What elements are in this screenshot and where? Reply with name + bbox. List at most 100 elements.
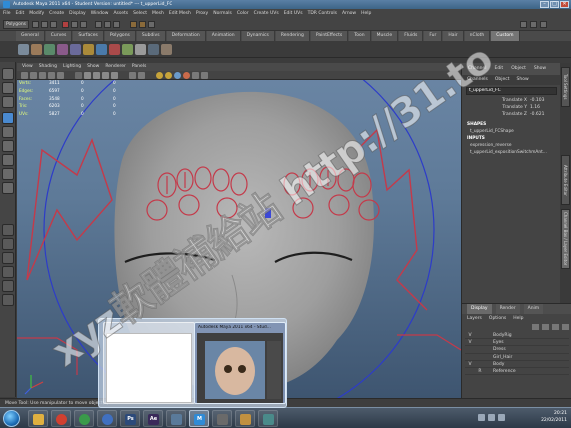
shelf-tab-dynamics[interactable]: Dynamics — [241, 31, 275, 41]
select-component-icon[interactable] — [80, 21, 87, 28]
render-frame-icon[interactable] — [130, 21, 137, 28]
shelf-tool-icon[interactable] — [18, 44, 29, 55]
menu-edit-uvs[interactable]: Edit UVs — [284, 9, 303, 18]
menu-create-uvs[interactable]: Create UVs — [254, 9, 279, 18]
layer-color-swatch[interactable] — [485, 339, 493, 345]
camera-icon[interactable] — [21, 72, 28, 79]
shadows-icon[interactable] — [165, 72, 172, 79]
layer-playback-toggle[interactable] — [475, 354, 485, 360]
scale-tool-icon[interactable] — [2, 140, 14, 152]
channel-menu-show[interactable]: Show — [516, 75, 528, 85]
menu-display[interactable]: Display — [69, 9, 86, 18]
layer-row[interactable]: R Reference — [465, 368, 569, 376]
layout-four-icon[interactable] — [2, 238, 14, 250]
wireframe-on-shaded-icon[interactable] — [93, 72, 100, 79]
smooth-shade-icon[interactable] — [84, 72, 91, 79]
layout-hypershade-icon[interactable] — [2, 294, 14, 306]
new-layer-selected-icon[interactable] — [542, 324, 549, 330]
layer-color-swatch[interactable] — [485, 354, 493, 360]
shelf-tool-icon[interactable] — [96, 44, 107, 55]
menu-file[interactable]: File — [3, 9, 11, 18]
bookmark-icon[interactable] — [30, 72, 37, 79]
film-gate-icon[interactable] — [57, 72, 64, 79]
image-plane-icon[interactable] — [39, 72, 46, 79]
show-channel-box-icon[interactable] — [520, 21, 527, 28]
shelf-tab-muscle[interactable]: Muscle — [371, 31, 399, 41]
shelf-tool-icon[interactable] — [109, 44, 120, 55]
save-scene-icon[interactable] — [50, 21, 57, 28]
menu-select[interactable]: Select — [133, 9, 147, 18]
ambient-occlusion-icon[interactable] — [174, 72, 181, 79]
shelf-tool-icon[interactable] — [83, 44, 94, 55]
xray-icon[interactable] — [138, 72, 145, 79]
layer-visibility-toggle[interactable]: V — [465, 361, 475, 367]
new-scene-icon[interactable] — [32, 21, 39, 28]
layer-color-swatch[interactable] — [485, 361, 493, 367]
shelf-tool-icon[interactable] — [148, 44, 159, 55]
layer-row[interactable]: Girl_Hair — [465, 354, 569, 361]
layer-row[interactable]: V Body — [465, 361, 569, 368]
layer-playback-toggle[interactable] — [475, 332, 485, 338]
show-tool-settings-icon[interactable] — [540, 21, 547, 28]
start-button[interactable] — [3, 410, 20, 427]
menu-window[interactable]: Window — [91, 9, 109, 18]
channel-attribute-row[interactable]: Translate Z -0.621 — [468, 111, 558, 118]
attribute-value[interactable]: -0.621 — [530, 111, 558, 118]
input-node[interactable]: t_upperLid_expositionSwitchmAnt... — [467, 149, 557, 156]
layer-row[interactable]: V Eyes — [465, 339, 569, 347]
move-tool-icon[interactable] — [2, 112, 14, 124]
menu-arnow[interactable]: Arnow — [342, 9, 356, 18]
menu-help[interactable]: Help — [361, 9, 371, 18]
lights-icon[interactable] — [111, 72, 118, 79]
shelf-tab-custom[interactable]: Custom — [491, 31, 520, 41]
layer-color-swatch[interactable] — [485, 368, 493, 374]
shelf-tab-rendering[interactable]: Rendering — [275, 31, 310, 41]
layout-single-icon[interactable] — [2, 224, 14, 236]
shelf-tab-curves[interactable]: Curves — [45, 31, 73, 41]
tab-tool-settings[interactable]: Tool Settings — [561, 67, 570, 107]
shelf-tool-icon[interactable] — [57, 44, 68, 55]
isolate-select-icon[interactable] — [129, 72, 136, 79]
clock[interactable]: 20:21 22/02/2011 — [507, 410, 567, 427]
layer-visibility-toggle[interactable] — [465, 368, 475, 374]
default-material-icon[interactable] — [156, 72, 163, 79]
menu-edit-mesh[interactable]: Edit Mesh — [169, 9, 191, 18]
taskbar-media[interactable] — [97, 410, 117, 427]
taskbar-chrome[interactable] — [74, 410, 94, 427]
close-button[interactable]: ✕ — [560, 1, 569, 8]
shelf-tab-subdivs[interactable]: Subdivs — [136, 31, 166, 41]
select-object-icon[interactable] — [71, 21, 78, 28]
tab-anim[interactable]: Anim — [523, 304, 544, 314]
channel-tab-object[interactable]: Object — [511, 63, 526, 75]
panel-menu-view[interactable]: View — [22, 63, 33, 71]
menu-create[interactable]: Create — [49, 9, 64, 18]
panel-menu-panels[interactable]: Panels — [132, 63, 146, 71]
layer-visibility-toggle[interactable] — [465, 346, 475, 352]
panel-menu-renderer[interactable]: Renderer — [105, 63, 126, 71]
taskbar-browser[interactable] — [51, 410, 71, 427]
last-tool-icon[interactable] — [2, 182, 14, 194]
input-node[interactable]: expression_reverse — [467, 142, 557, 149]
snap-grid-icon[interactable] — [95, 21, 102, 28]
layer-row[interactable]: Dress — [465, 346, 569, 354]
lasso-tool-icon[interactable] — [2, 82, 14, 94]
layer-row[interactable]: V BodyRig — [465, 332, 569, 340]
menu-edit[interactable]: Edit — [16, 9, 25, 18]
layer-visibility-toggle[interactable] — [465, 354, 475, 360]
motion-blur-icon[interactable] — [183, 72, 190, 79]
textured-icon[interactable] — [102, 72, 109, 79]
menu-color[interactable]: Color — [237, 9, 249, 18]
shelf-tab-toon[interactable]: Toon — [349, 31, 371, 41]
layout-graph-icon[interactable] — [2, 280, 14, 292]
shelf-tab-fluids[interactable]: Fluids — [399, 31, 424, 41]
snap-point-icon[interactable] — [113, 21, 120, 28]
wireframe-icon[interactable] — [75, 72, 82, 79]
paint-select-tool-icon[interactable] — [2, 96, 14, 108]
shelf-tab-fur[interactable]: Fur — [424, 31, 443, 41]
soft-mod-tool-icon[interactable] — [2, 168, 14, 180]
attribute-value[interactable]: 1.16 — [530, 104, 558, 111]
layer-playback-toggle[interactable] — [475, 339, 485, 345]
layer-menu-layers[interactable]: Layers — [467, 314, 482, 323]
new-layer-icon[interactable] — [532, 324, 539, 330]
menu-mesh[interactable]: Mesh — [152, 9, 164, 18]
